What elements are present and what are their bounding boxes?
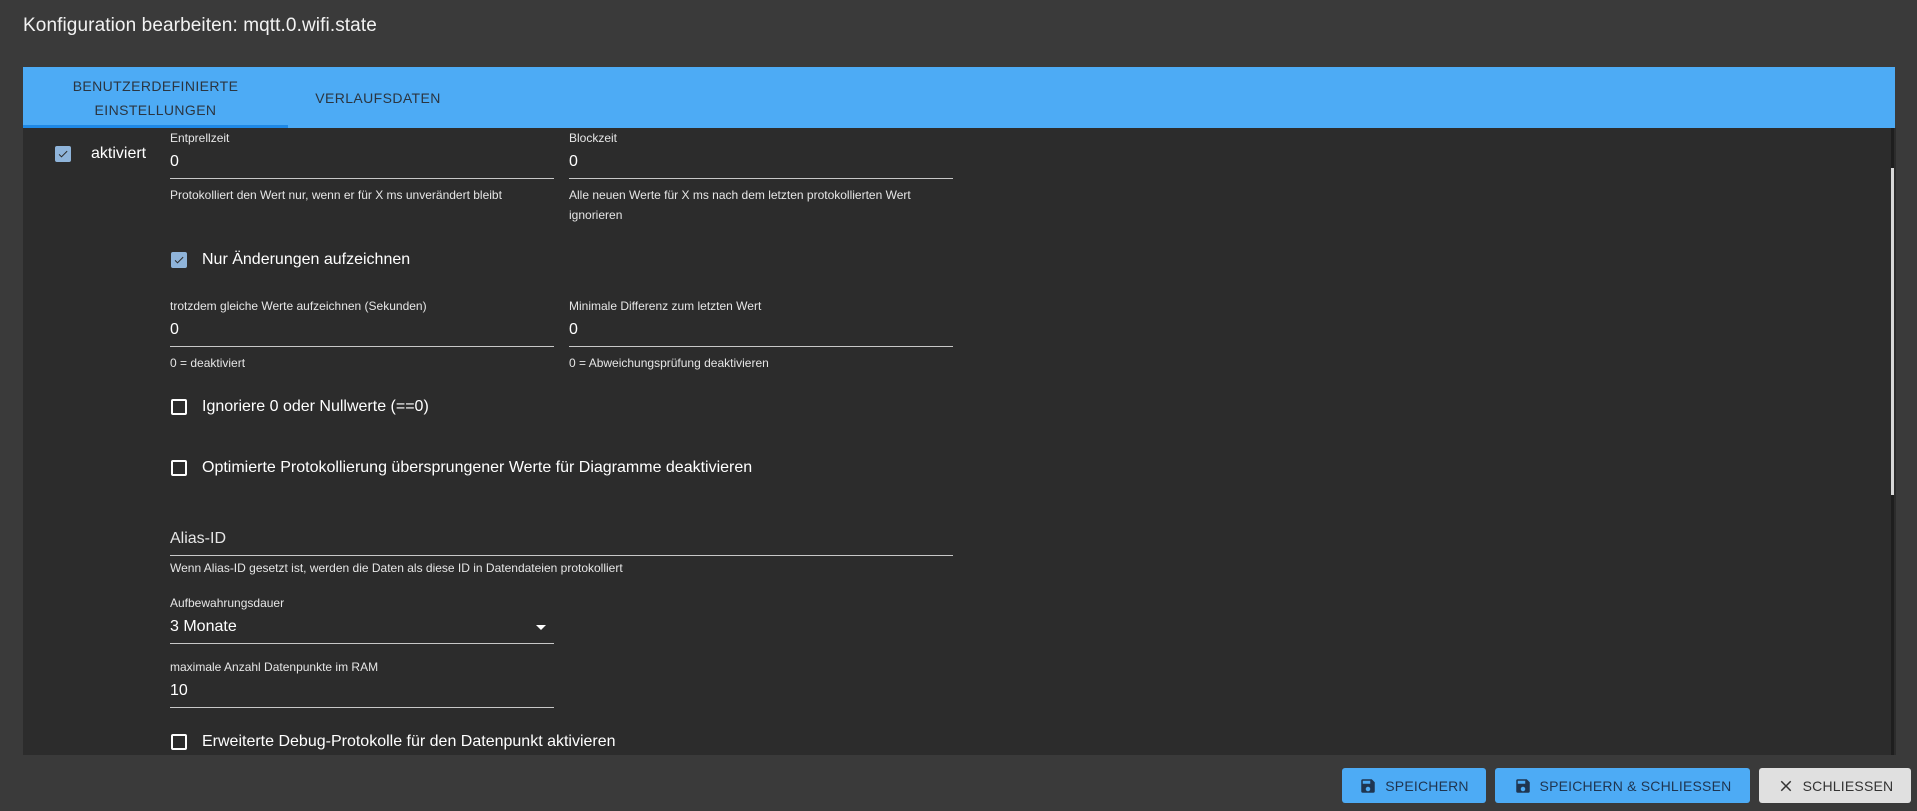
check-icon: [58, 150, 68, 158]
retention-select[interactable]: 3 Monate: [170, 618, 554, 644]
max-datapoints-input[interactable]: 10: [170, 682, 554, 708]
enabled-checkbox[interactable]: aktiviert: [55, 145, 146, 163]
save-icon: [1361, 778, 1375, 793]
dropdown-arrow-icon: [536, 625, 546, 630]
changes-only-checkbox-box[interactable]: [171, 252, 187, 268]
changes-only-checkbox[interactable]: Nur Änderungen aufzeichnen: [171, 251, 410, 269]
save-button-label: Speichern: [1385, 777, 1469, 794]
retention-field: Aufbewahrungsdauer 3 Monate: [170, 596, 554, 644]
ignore-zero-checkbox[interactable]: Ignoriere 0 oder Nullwerte (==0): [171, 398, 429, 416]
save-and-close-button-label: Speichern & Schliessen: [1539, 777, 1732, 794]
save-icon: [1515, 778, 1530, 793]
close-icon: [1780, 780, 1791, 791]
debounce-label: Entprellzeit: [170, 131, 230, 145]
retention-label: Aufbewahrungsdauer: [170, 596, 285, 610]
save-button[interactable]: Speichern: [1342, 768, 1486, 803]
debug-logs-checkbox-box[interactable]: [171, 734, 187, 750]
tab-custom-settings[interactable]: Benutzerdefinierte Einstellungen: [23, 67, 288, 128]
settings-panel: aktiviert Entprellzeit 0 Protokolliert d…: [23, 128, 1896, 755]
retention-value: 3 Monate: [170, 618, 237, 635]
block-time-input[interactable]: 0: [569, 153, 953, 179]
block-time-label: Blockzeit: [569, 131, 618, 145]
max-datapoints-label: maximale Anzahl Datenpunkte im RAM: [170, 660, 379, 674]
relog-interval-field: trotzdem gleiche Werte aufzeichnen (Seku…: [170, 299, 554, 373]
close-button-label: Schliessen: [1802, 777, 1894, 794]
tab-custom-settings-label: Benutzerdefinierte Einstellungen: [72, 77, 239, 118]
min-delta-input[interactable]: 0: [569, 321, 953, 347]
alias-id-placeholder: Alias-ID: [170, 530, 227, 547]
disable-skipped-logging-label: Optimierte Protokollierung übersprungene…: [202, 459, 753, 476]
save-and-close-button[interactable]: Speichern & Schliessen: [1495, 768, 1750, 803]
debug-logs-checkbox[interactable]: Erweiterte Debug-Protokolle für den Date…: [171, 733, 616, 751]
disable-skipped-logging-checkbox[interactable]: Optimierte Protokollierung übersprungene…: [171, 459, 752, 477]
disable-skipped-logging-checkbox-box[interactable]: [171, 460, 187, 476]
debounce-field: Entprellzeit 0 Protokolliert den Wert nu…: [170, 131, 554, 205]
enabled-label: aktiviert: [91, 145, 147, 162]
tab-bar: Benutzerdefinierte Einstellungen Verlauf…: [23, 67, 1895, 128]
debounce-input[interactable]: 0: [170, 153, 554, 179]
check-icon: [174, 256, 184, 264]
close-button[interactable]: Schliessen: [1759, 768, 1911, 803]
block-time-help: Alle neuen Werte für X ms nach dem letzt…: [569, 188, 911, 222]
debounce-help: Protokolliert den Wert nur, wenn er für …: [170, 188, 502, 202]
min-delta-field: Minimale Differenz zum letzten Wert 0 0 …: [569, 299, 953, 373]
scrollbar-thumb[interactable]: [1891, 495, 1894, 755]
alias-id-field: Alias-ID Wenn Alias-ID gesetzt ist, werd…: [170, 530, 953, 578]
min-delta-label: Minimale Differenz zum letzten Wert: [569, 299, 762, 313]
relog-interval-label: trotzdem gleiche Werte aufzeichnen (Seku…: [170, 299, 427, 313]
alias-id-input[interactable]: Alias-ID: [170, 530, 953, 556]
tab-history-data[interactable]: Verlaufsdaten: [288, 67, 468, 128]
max-datapoints-field: maximale Anzahl Datenpunkte im RAM 10: [170, 660, 554, 708]
dialog-title: Konfiguration bearbeiten: mqtt.0.wifi.st…: [23, 15, 377, 36]
alias-id-help: Wenn Alias-ID gesetzt ist, werden die Da…: [170, 561, 623, 575]
ignore-zero-label: Ignoriere 0 oder Nullwerte (==0): [202, 398, 429, 415]
block-time-field: Blockzeit 0 Alle neuen Werte für X ms na…: [569, 131, 953, 225]
relog-interval-help: 0 = deaktiviert: [170, 356, 246, 370]
ignore-zero-checkbox-box[interactable]: [171, 399, 187, 415]
relog-interval-input[interactable]: 0: [170, 321, 554, 347]
changes-only-label: Nur Änderungen aufzeichnen: [202, 251, 411, 268]
debug-logs-label: Erweiterte Debug-Protokolle für den Date…: [202, 733, 616, 750]
enabled-checkbox-box[interactable]: [55, 146, 71, 162]
scrollbar-segment[interactable]: [1891, 128, 1894, 168]
tab-history-data-label: Verlaufsdaten: [315, 89, 441, 106]
min-delta-help: 0 = Abweichungsprüfung deaktivieren: [569, 356, 769, 370]
